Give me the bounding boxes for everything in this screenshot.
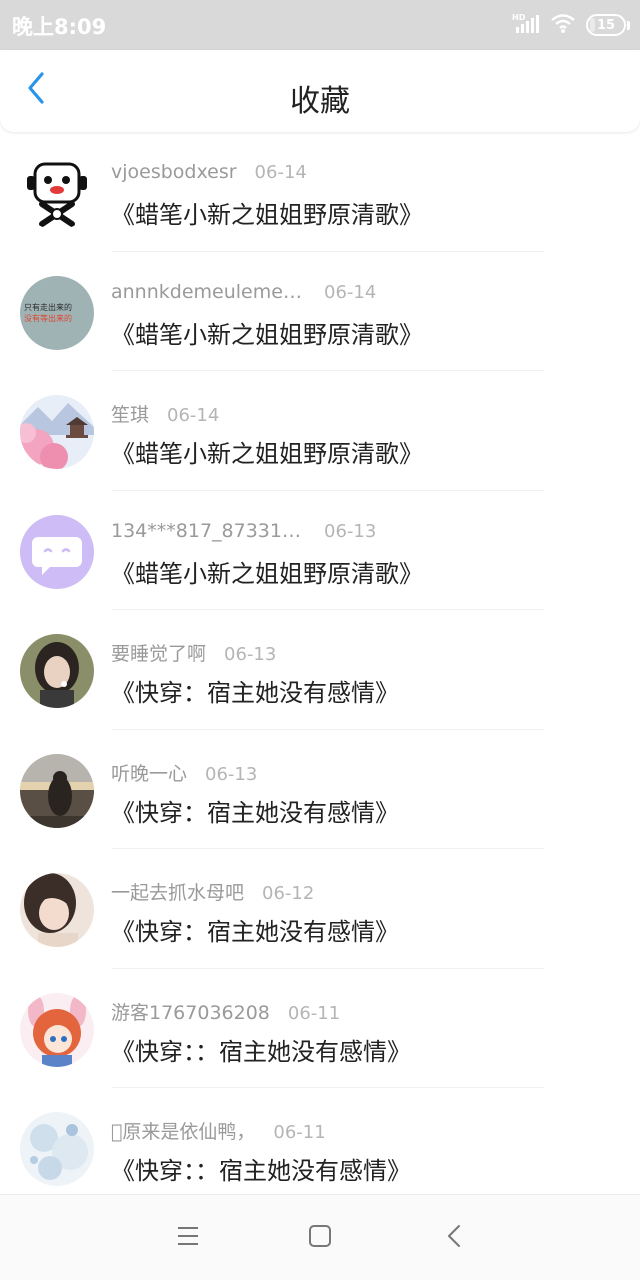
username[interactable]: 听晚一心 bbox=[111, 759, 187, 786]
pale-illustration-avatar bbox=[20, 1112, 94, 1186]
sunset-silhouette-avatar bbox=[20, 753, 94, 828]
username[interactable]: 一起去抓水母吧 bbox=[111, 878, 244, 905]
date: 06-14 bbox=[254, 162, 307, 183]
book-title[interactable]: 《蜡笔小新之姐姐野原清歌》 bbox=[111, 434, 423, 469]
date: 06-12 bbox=[262, 883, 315, 904]
avatar[interactable] bbox=[20, 873, 94, 947]
back-triangle-icon bbox=[446, 1224, 462, 1252]
book-title[interactable]: 《快穿：：宿主她没有感情》 bbox=[111, 1032, 411, 1067]
avatar[interactable]: 只有走出来的 没有等出来的 bbox=[20, 275, 94, 350]
svg-text:只有走出来的: 只有走出来的 bbox=[24, 302, 72, 312]
home-square-icon bbox=[308, 1224, 332, 1252]
item-meta: 一起去抓水母吧 06-12 bbox=[111, 878, 314, 905]
list-item[interactable]: 要睡觉了啊 06-13 《快穿：宿主她没有感情》 bbox=[0, 610, 640, 730]
date: 06-13 bbox=[205, 763, 258, 785]
list-item[interactable]: 一起去抓水母吧 06-12 《快穿：宿主她没有感情》 bbox=[0, 849, 640, 969]
book-title[interactable]: 《蜡笔小新之姐姐野原清歌》 bbox=[111, 554, 423, 589]
item-meta: 笙琪 06-14 bbox=[111, 400, 219, 427]
battery-cap bbox=[627, 20, 630, 30]
item-meta: 要睡觉了啊 06-13 bbox=[111, 639, 276, 666]
book-title[interactable]: 《蜡笔小新之姐姐野原清歌》 bbox=[111, 195, 423, 230]
default-chat-bubble-avatar bbox=[20, 514, 94, 589]
avatar[interactable] bbox=[20, 1112, 94, 1186]
back-nav-button[interactable] bbox=[436, 1221, 472, 1255]
list-item[interactable]: 134***817_8733199 06-13 《蜡笔小新之姐姐野原清歌》 bbox=[0, 491, 640, 611]
book-title[interactable]: 《快穿：宿主她没有感情》 bbox=[111, 673, 399, 708]
list-item[interactable]: 只有走出来的 没有等出来的 annnkdemeulemeester 06-14 … bbox=[0, 252, 640, 372]
home-button[interactable] bbox=[302, 1221, 338, 1255]
status-icons: HD 15 bbox=[512, 12, 630, 38]
item-meta: vjoesbodxesr 06-14 bbox=[111, 161, 307, 183]
svg-text:没有等出来的: 没有等出来的 bbox=[24, 313, 72, 323]
date: 06-14 bbox=[167, 405, 220, 426]
date: 06-11 bbox=[287, 1002, 341, 1024]
portrait-photo-avatar bbox=[20, 873, 94, 947]
anime-girl-avatar bbox=[20, 992, 94, 1067]
date: 06-14 bbox=[324, 281, 377, 303]
list-item[interactable]: 游客1767036208 06-11 《快穿：：宿主她没有感情》 bbox=[0, 969, 640, 1089]
list-item[interactable]: vjoesbodxesr 06-14 《蜡笔小新之姐姐野原清歌》 bbox=[0, 132, 640, 252]
username[interactable]: 笙琪 bbox=[111, 400, 149, 427]
avatar[interactable] bbox=[20, 992, 94, 1067]
book-title[interactable]: 《快穿：宿主她没有感情》 bbox=[111, 793, 399, 828]
username[interactable]: vjoesbodxesr bbox=[111, 161, 237, 183]
cartoon-face-avatar bbox=[20, 156, 94, 230]
avatar[interactable] bbox=[20, 514, 94, 589]
favorites-list: vjoesbodxesr 06-14 《蜡笔小新之姐姐野原清歌》 只有走出来的 … bbox=[0, 132, 640, 1194]
username[interactable]:  原来是依仙鸭， bbox=[111, 1117, 255, 1144]
list-item[interactable]:  原来是依仙鸭， 06-11 《快穿：：宿主她没有感情》 bbox=[0, 1088, 640, 1194]
battery-fill bbox=[590, 18, 596, 32]
list-item[interactable]: 笙琪 06-14 《蜡笔小新之姐姐野原清歌》 bbox=[0, 371, 640, 491]
avatar[interactable] bbox=[20, 395, 94, 469]
system-nav-bar bbox=[0, 1194, 640, 1280]
wifi-icon bbox=[550, 12, 576, 38]
book-title[interactable]: 《快穿：：宿主她没有感情》 bbox=[111, 1151, 411, 1186]
username[interactable]: 134***817_8733199 bbox=[111, 520, 306, 542]
date: 06-11 bbox=[273, 1122, 326, 1143]
menu-button[interactable] bbox=[170, 1221, 206, 1255]
avatar[interactable] bbox=[20, 753, 94, 828]
item-meta: annnkdemeulemeester 06-14 bbox=[111, 281, 376, 303]
book-title[interactable]: 《快穿：宿主她没有感情》 bbox=[111, 912, 399, 947]
date: 06-13 bbox=[224, 644, 277, 665]
menu-icon bbox=[176, 1225, 200, 1251]
page-title: 收藏 bbox=[290, 84, 350, 119]
pink-blossom-pavilion-avatar bbox=[20, 395, 94, 469]
item-meta: 听晚一心 06-13 bbox=[111, 759, 257, 786]
book-title[interactable]: 《蜡笔小新之姐姐野原清歌》 bbox=[111, 315, 423, 350]
username[interactable]: 要睡觉了啊 bbox=[111, 639, 206, 666]
list-item[interactable]: 听晚一心 06-13 《快穿：宿主她没有感情》 bbox=[0, 730, 640, 850]
item-meta: 游客1767036208 06-11 bbox=[111, 998, 340, 1025]
avatar[interactable] bbox=[20, 156, 94, 230]
hd-signal-icon: HD bbox=[512, 12, 540, 38]
header: 收藏 bbox=[0, 50, 640, 132]
username[interactable]: 游客1767036208 bbox=[111, 998, 270, 1025]
status-bar: 晚上8:09 HD 15 bbox=[0, 0, 640, 50]
battery-level: 15 bbox=[596, 17, 616, 33]
girl-photo-avatar bbox=[20, 634, 94, 708]
battery-icon: 15 bbox=[586, 14, 626, 36]
item-meta: 134***817_8733199 06-13 bbox=[111, 520, 376, 542]
username[interactable]: annnkdemeulemeester bbox=[111, 281, 306, 303]
status-time: 晚上8:09 bbox=[12, 15, 107, 39]
avatar[interactable] bbox=[20, 634, 94, 708]
item-meta:  原来是依仙鸭， 06-11 bbox=[111, 1117, 326, 1144]
date: 06-13 bbox=[324, 520, 377, 542]
svg-text:HD: HD bbox=[512, 13, 526, 22]
text-badge-avatar: 只有走出来的 没有等出来的 bbox=[20, 275, 94, 350]
